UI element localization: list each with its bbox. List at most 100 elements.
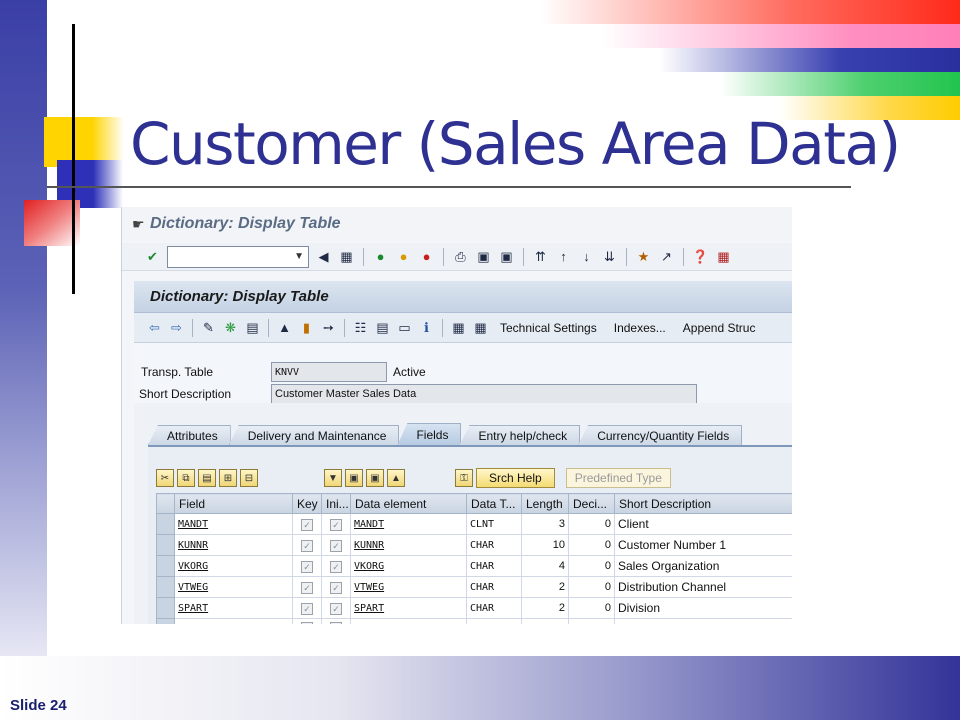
data-type-cell[interactable]: CHAR: [466, 576, 522, 598]
indexes-button[interactable]: Indexes...: [608, 321, 672, 335]
length-cell[interactable]: 2: [521, 597, 569, 619]
activate-icon[interactable]: ❋: [222, 319, 239, 336]
key-checkbox[interactable]: [292, 618, 322, 624]
last-page-icon[interactable]: ⇊: [601, 248, 618, 265]
contents-icon[interactable]: ▦: [472, 319, 489, 336]
back-arrow-icon[interactable]: ⇦: [146, 319, 163, 336]
field-name-cell[interactable]: VTWEG: [174, 576, 293, 598]
save-icon[interactable]: ▦: [338, 248, 355, 265]
row-selector-header[interactable]: [156, 493, 175, 514]
checkbox-icon[interactable]: ✓: [301, 519, 313, 531]
column-header-data-element[interactable]: Data element: [350, 493, 467, 514]
layout-icon[interactable]: ▦: [715, 248, 732, 265]
back-icon[interactable]: ◀: [315, 248, 332, 265]
data-type-cell[interactable]: CLNT: [466, 513, 522, 535]
check-object-icon[interactable]: ▤: [244, 319, 261, 336]
previous-page-icon[interactable]: ↑: [555, 248, 572, 265]
table-row[interactable]: MANDT ✓ ✓ MANDT CLNT 3 0 Client: [156, 513, 792, 535]
length-cell[interactable]: 10: [521, 534, 569, 556]
decimals-cell[interactable]: 0: [568, 618, 615, 624]
window-menu-icon[interactable]: ☛: [132, 216, 150, 233]
initial-values-checkbox[interactable]: ✓: [321, 555, 351, 577]
info-icon[interactable]: ℹ: [418, 319, 435, 336]
data-type-cell[interactable]: CHAR: [466, 618, 522, 624]
data-element-cell[interactable]: VKORG: [350, 555, 467, 577]
delete-row-icon[interactable]: ⊟: [240, 469, 258, 487]
checkbox-icon[interactable]: ✓: [301, 561, 313, 573]
initial-values-checkbox[interactable]: ✓: [321, 576, 351, 598]
row-selector[interactable]: [156, 534, 175, 556]
column-header-data-type[interactable]: Data T...: [466, 493, 522, 514]
length-cell[interactable]: 3: [521, 513, 569, 535]
short-description-field[interactable]: Customer Master Sales Data: [271, 384, 697, 404]
column-header-initial[interactable]: Ini...: [321, 493, 351, 514]
paste-icon[interactable]: ▤: [198, 469, 216, 487]
tree-icon[interactable]: ☷: [352, 319, 369, 336]
decimals-cell[interactable]: 0: [568, 534, 615, 556]
field-name-cell[interactable]: MANDT: [174, 513, 293, 535]
copy-icon[interactable]: ⧉: [177, 469, 195, 487]
table-name-field[interactable]: KNVV: [271, 362, 387, 382]
cancel-icon[interactable]: ●: [418, 248, 435, 265]
shortcut-icon[interactable]: ↗: [658, 248, 675, 265]
table-row[interactable]: KUNNR ✓ ✓ KUNNR CHAR 10 0 Customer Number 1: [156, 534, 792, 556]
technical-settings-button[interactable]: Technical Settings: [494, 321, 603, 335]
column-header-short-description[interactable]: Short Description: [614, 493, 792, 514]
length-cell[interactable]: 12: [521, 618, 569, 624]
short-description-cell[interactable]: Division: [614, 597, 792, 619]
checkbox-icon[interactable]: ✓: [330, 519, 342, 531]
short-description-cell[interactable]: Client: [614, 513, 792, 535]
initial-values-checkbox[interactable]: ✓: [321, 534, 351, 556]
first-page-icon[interactable]: ⇈: [532, 248, 549, 265]
insert-row-icon[interactable]: ⊞: [219, 469, 237, 487]
forward-arrow-icon[interactable]: ⇨: [168, 319, 185, 336]
row-selector[interactable]: [156, 555, 175, 577]
navigation-icon[interactable]: ➙: [320, 319, 337, 336]
cut-icon[interactable]: ✂: [156, 469, 174, 487]
next-page-icon[interactable]: ↓: [578, 248, 595, 265]
move-up-icon[interactable]: ▲: [387, 469, 405, 487]
checkbox-icon[interactable]: ✓: [330, 540, 342, 552]
field-name-cell[interactable]: SPART: [174, 597, 293, 619]
column-header-field[interactable]: Field: [174, 493, 293, 514]
move-down-icon[interactable]: ▼: [324, 469, 342, 487]
tab-currency-quantity-fields[interactable]: Currency/Quantity Fields: [578, 425, 743, 445]
field-name-cell[interactable]: KUNNR: [174, 534, 293, 556]
data-element-cell[interactable]: SPART: [350, 597, 467, 619]
data-type-cell[interactable]: CHAR: [466, 555, 522, 577]
key-checkbox[interactable]: ✓: [292, 534, 322, 556]
key-checkbox[interactable]: ✓: [292, 576, 322, 598]
enter-icon[interactable]: ✔: [144, 248, 161, 265]
append-structure-button[interactable]: Append Struc: [677, 321, 762, 335]
field-name-cell[interactable]: ERNAM: [174, 618, 293, 624]
data-element-cell[interactable]: ERNAM: [350, 618, 467, 624]
tab-delivery-and-maintenance[interactable]: Delivery and Maintenance: [228, 425, 400, 445]
table-row[interactable]: ERNAMERNAMCHAR120Name of Person who Crea…: [156, 618, 792, 624]
data-type-cell[interactable]: CHAR: [466, 597, 522, 619]
find-icon[interactable]: ▣: [475, 248, 492, 265]
append-icon[interactable]: ▣: [366, 469, 384, 487]
checkbox-icon[interactable]: ✓: [330, 603, 342, 615]
column-header-length[interactable]: Length: [521, 493, 569, 514]
search-help-button[interactable]: Srch Help: [476, 468, 555, 488]
key-checkbox[interactable]: ✓: [292, 597, 322, 619]
display-object-list-icon[interactable]: ▤: [374, 319, 391, 336]
key-checkbox[interactable]: ✓: [292, 555, 322, 577]
initial-values-checkbox[interactable]: [321, 618, 351, 624]
field-name-cell[interactable]: VKORG: [174, 555, 293, 577]
checkbox-icon[interactable]: ✓: [330, 582, 342, 594]
new-session-icon[interactable]: ★: [635, 248, 652, 265]
data-element-cell[interactable]: MANDT: [350, 513, 467, 535]
chevron-down-icon[interactable]: ▼: [294, 251, 304, 262]
short-description-cell[interactable]: Customer Number 1: [614, 534, 792, 556]
checkbox-icon[interactable]: ✓: [330, 561, 342, 573]
edit-pencil-icon[interactable]: ✎: [200, 319, 217, 336]
initial-values-checkbox[interactable]: ✓: [321, 597, 351, 619]
data-element-cell[interactable]: VTWEG: [350, 576, 467, 598]
length-cell[interactable]: 2: [521, 576, 569, 598]
decimals-cell[interactable]: 0: [568, 597, 615, 619]
tab-entry-help-check[interactable]: Entry help/check: [459, 425, 581, 445]
checkbox-icon[interactable]: [301, 621, 313, 624]
decimals-cell[interactable]: 0: [568, 513, 615, 535]
short-description-cell[interactable]: Sales Organization: [614, 555, 792, 577]
